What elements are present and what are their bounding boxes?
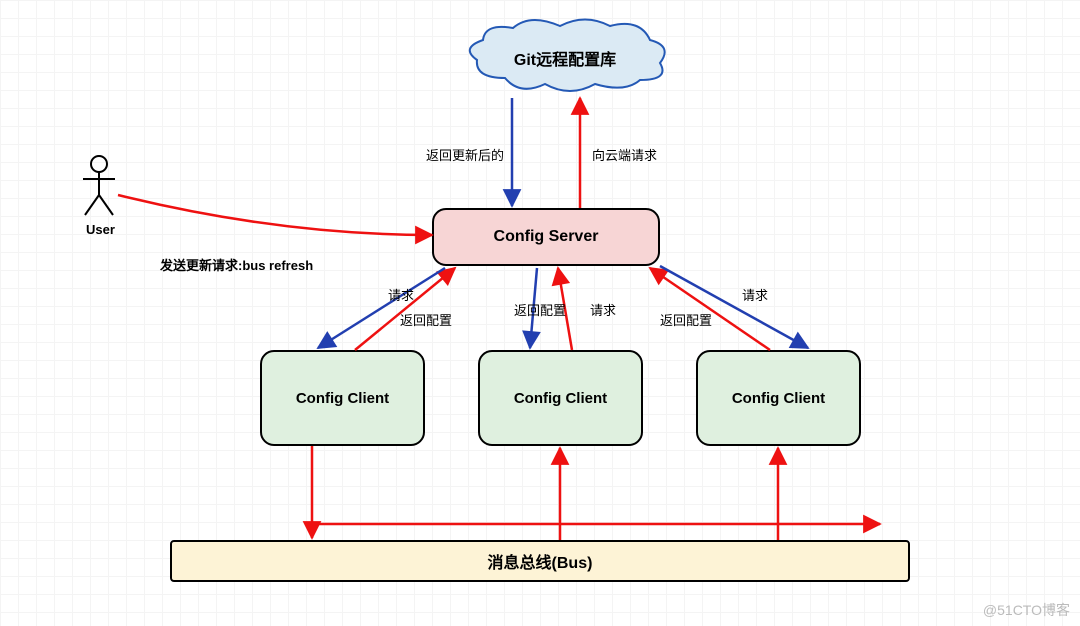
edge-label-ret-2: 返回配置 bbox=[514, 300, 566, 319]
watermark: @51CTO博客 bbox=[983, 600, 1070, 620]
user-actor-label: User bbox=[86, 222, 115, 237]
config-client-3: Config Client bbox=[696, 350, 861, 446]
git-cloud-label: Git远程配置库 bbox=[514, 46, 616, 70]
edge-label-req-3: 请求 bbox=[742, 285, 768, 304]
config-client-2-label: Config Client bbox=[514, 390, 607, 407]
config-server-node: Config Server bbox=[432, 208, 660, 266]
git-cloud: Git远程配置库 bbox=[455, 18, 675, 98]
user-actor-icon bbox=[79, 155, 119, 222]
edge-label-req-1: 请求 bbox=[388, 285, 414, 304]
diagram-canvas: Git远程配置库 Config Server Config Client Con… bbox=[0, 0, 1080, 626]
edge-label-from-cloud: 返回更新后的 bbox=[426, 145, 504, 164]
config-server-label: Config Server bbox=[494, 228, 599, 246]
edge-label-ret-1: 返回配置 bbox=[400, 310, 452, 329]
config-client-3-label: Config Client bbox=[732, 390, 825, 407]
message-bus-node: 消息总线(Bus) bbox=[170, 540, 910, 582]
edge-label-ret-3: 返回配置 bbox=[660, 310, 712, 329]
edge-label-to-cloud: 向云端请求 bbox=[592, 145, 657, 164]
config-client-2: Config Client bbox=[478, 350, 643, 446]
edge-label-req-2: 请求 bbox=[590, 300, 616, 319]
config-client-1: Config Client bbox=[260, 350, 425, 446]
message-bus-label: 消息总线(Bus) bbox=[488, 549, 593, 573]
config-client-1-label: Config Client bbox=[296, 390, 389, 407]
edge-label-user-action: 发送更新请求:bus refresh bbox=[160, 255, 313, 274]
